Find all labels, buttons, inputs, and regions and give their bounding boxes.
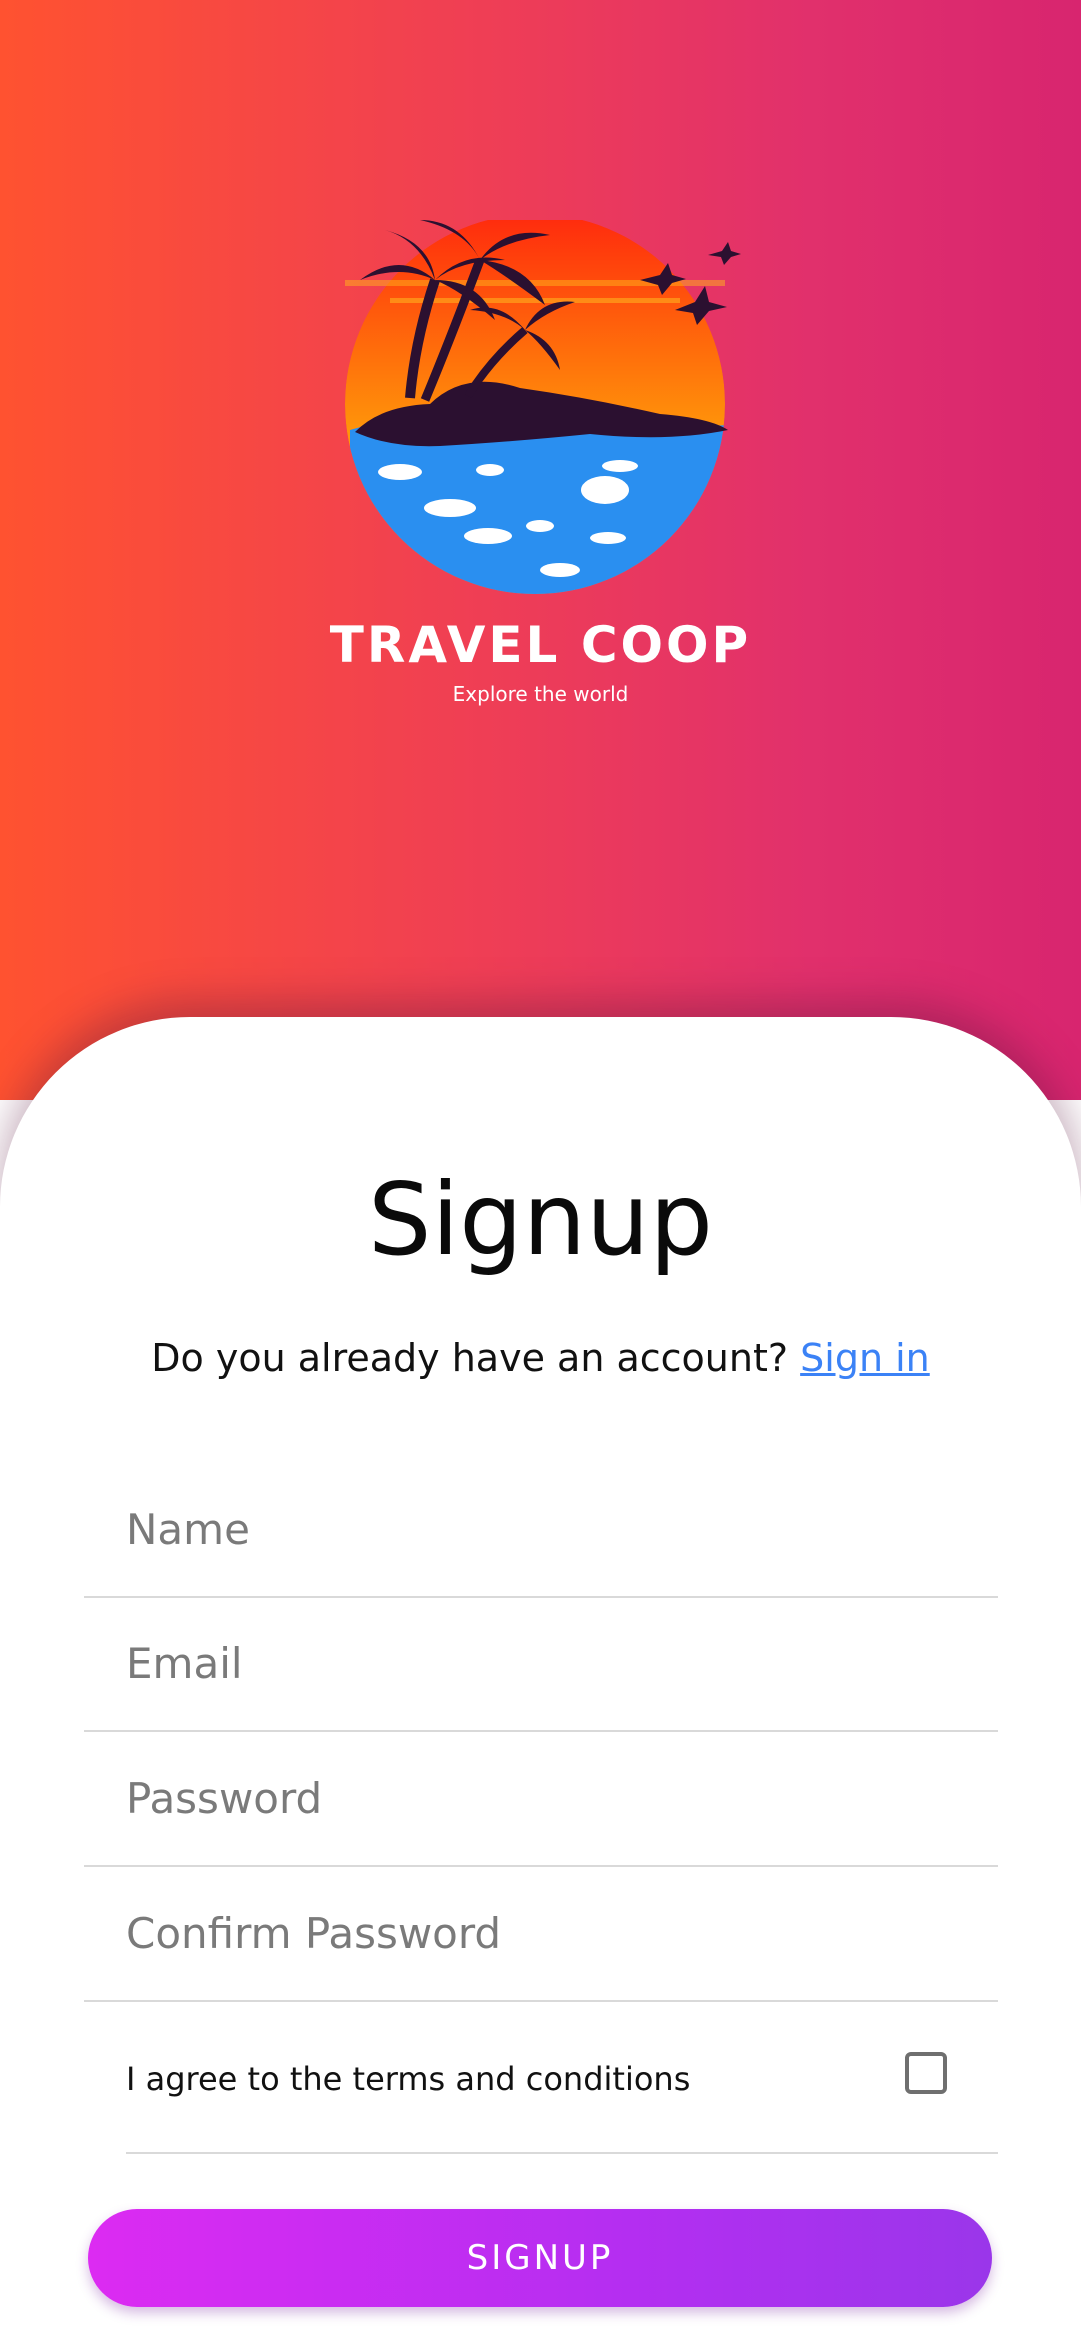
terms-row: I agree to the terms and conditions xyxy=(126,2010,998,2154)
signin-prompt: Do you already have an account? Sign in xyxy=(0,1333,1081,1383)
header-background: TRAVEL COOP Explore the world xyxy=(0,0,1081,1100)
name-field xyxy=(84,1462,998,1598)
terms-label: I agree to the terms and conditions xyxy=(126,2060,691,2098)
confirm-password-input[interactable] xyxy=(126,1866,986,2000)
confirm-password-field xyxy=(84,1866,998,2002)
signup-button[interactable]: SIGNUP xyxy=(88,2209,992,2307)
brand-name: TRAVEL COOP xyxy=(329,616,752,674)
signin-prompt-text: Do you already have an account? xyxy=(151,1336,789,1380)
name-input[interactable] xyxy=(126,1462,986,1596)
email-field xyxy=(84,1596,998,1732)
password-input[interactable] xyxy=(126,1731,986,1865)
password-field xyxy=(84,1731,998,1867)
brand-tagline: Explore the world xyxy=(452,682,629,706)
terms-checkbox[interactable] xyxy=(905,2052,947,2094)
email-input[interactable] xyxy=(126,1596,986,1730)
page-title: Signup xyxy=(368,1161,713,1278)
signin-link[interactable]: Sign in xyxy=(800,1336,930,1380)
